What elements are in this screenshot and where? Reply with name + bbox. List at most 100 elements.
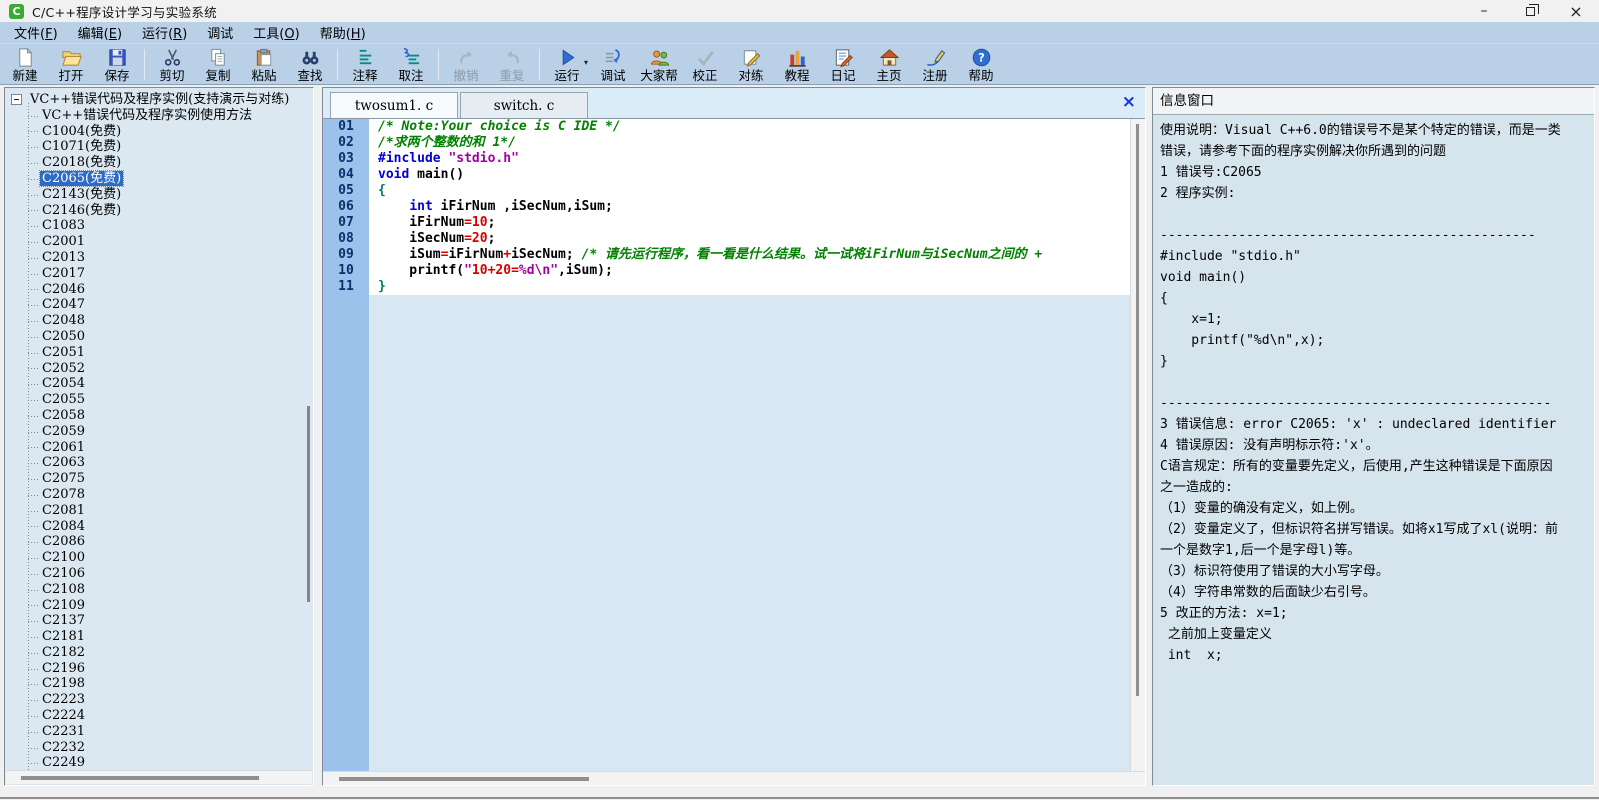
tree-item[interactable]: C2075 [6,471,312,487]
tree-item[interactable]: C2081 [6,503,312,519]
toolbar-register-button[interactable]: 注册 [912,45,958,84]
menu-item-6[interactable]: 帮助(H) [310,21,376,44]
tree-item[interactable]: C2046 [6,282,312,298]
tree-item[interactable]: C2063 [6,455,312,471]
menubar: 文件(F)编辑(E)运行(R)调试工具(O)帮助(H) [0,22,1599,44]
tree-item[interactable]: C2100 [6,550,312,566]
tree-item[interactable]: C2047 [6,297,312,313]
tree-item[interactable]: C2051 [6,345,312,361]
code-token: 10 [472,215,488,230]
tree-item[interactable]: C2048 [6,313,312,329]
tree-item[interactable]: C1071(免费) [6,139,312,155]
close-button[interactable]: × [1553,0,1599,22]
minimize-button[interactable]: – [1461,0,1507,22]
tree-item[interactable]: C2050 [6,329,312,345]
toolbar-new-file-button[interactable]: 新建 [2,45,48,84]
tab-2[interactable]: switch. c [460,92,588,118]
dropdown-arrow-icon[interactable]: ▾ [584,58,588,67]
tree-item[interactable]: C1083 [6,218,312,234]
toolbar-diary-button[interactable]: 日记 [820,45,866,84]
toolbar-comment-button[interactable]: 注释 [342,45,388,84]
line-number: 04 [323,167,369,183]
tree-item[interactable]: C2249 [6,755,312,770]
tree-item[interactable]: C1004(免费) [6,124,312,140]
tree-item-label: C2224 [40,708,87,723]
tree-item[interactable]: C2231 [6,724,312,740]
menu-item-3[interactable]: 运行(R) [132,21,197,44]
tree-item[interactable]: C2065(免费) [6,171,312,187]
toolbar-help-button[interactable]: ?帮助 [958,45,1004,84]
toolbar-copy-button[interactable]: 复制 [195,45,241,84]
tree-item[interactable]: C2224 [6,708,312,724]
toolbar-people-button[interactable]: 大家帮 [636,45,682,84]
tree-item[interactable]: C2181 [6,629,312,645]
toolbar-button-label: 新建 [12,69,37,83]
tree-item[interactable]: C2232 [6,740,312,756]
toolbar-check-button[interactable]: 校正 [682,45,728,84]
toolbar-paste-button[interactable]: 粘贴 [241,45,287,84]
tree-item[interactable]: C2013 [6,250,312,266]
tree-item[interactable]: C2146(免费) [6,203,312,219]
tree-item[interactable]: C2052 [6,361,312,377]
editor-horizontal-scrollbar[interactable] [323,771,1145,785]
tree-item-label: C2059 [40,424,87,439]
tree-item[interactable]: C2196 [6,661,312,677]
menu-item-5[interactable]: 工具(O) [243,21,309,44]
editor-vertical-scrollbar-thumb[interactable] [1136,124,1139,696]
tree-item[interactable]: C2182 [6,645,312,661]
tab-1[interactable]: twosum1. c [330,92,458,118]
tree-item[interactable]: C2109 [6,598,312,614]
toolbar-uncomment-button[interactable]: 取注 [388,45,434,84]
tree-item[interactable]: C2078 [6,487,312,503]
tree-item[interactable]: C2001 [6,234,312,250]
tree-root[interactable]: VC++错误代码及程序实例(支持演示与对练) [6,92,312,108]
code-token: printf( [378,263,464,278]
tree-item[interactable]: C2058 [6,408,312,424]
tree-horizontal-scrollbar-thumb[interactable] [21,776,259,780]
restore-button[interactable] [1507,0,1553,22]
toolbar-debug-button[interactable]: 调试 [590,45,636,84]
info-text-line: 之前加上变量定义 [1160,624,1587,645]
editor-tabbar: twosum1. cswitch. c × [323,88,1145,119]
tree-item[interactable]: C2017 [6,266,312,282]
collapse-icon[interactable] [11,94,22,105]
tree-item[interactable]: C2198 [6,676,312,692]
editor-close-icon[interactable]: × [1122,94,1136,111]
menu-item-2[interactable]: 编辑(E) [68,21,132,44]
toolbar-home-button[interactable]: 主页 [866,45,912,84]
toolbar-button-label: 教程 [784,69,809,83]
tree-item[interactable]: C2018(免费) [6,155,312,171]
toolbar-separator [539,49,540,80]
toolbar-practice-button[interactable]: 对练 [728,45,774,84]
toolbar-save-button[interactable]: 保存 [94,45,140,84]
tree-item[interactable]: C2108 [6,582,312,598]
toolbar-cut-button[interactable]: 剪切 [149,45,195,84]
tree-item[interactable]: C2084 [6,519,312,535]
toolbar-button-label: 撤销 [453,69,478,83]
toolbar-find-button[interactable]: 查找 [287,45,333,84]
tree-item[interactable]: C2059 [6,424,312,440]
toolbar-separator [337,49,338,80]
menu-item-4[interactable]: 调试 [197,21,243,44]
tree-item[interactable]: C2055 [6,392,312,408]
tree-item[interactable]: C2223 [6,692,312,708]
editor-vertical-scrollbar[interactable] [1130,119,1145,771]
tree-item[interactable]: VC++错误代码及程序实例使用方法 [6,108,312,124]
tree-horizontal-scrollbar[interactable] [6,770,312,784]
code-token: /* Note:Your choice is C IDE */ [378,119,621,134]
tree-item[interactable]: C2054 [6,376,312,392]
info-text-line: 之一造成的: [1160,477,1587,498]
tree-item[interactable]: C2106 [6,566,312,582]
editor-horizontal-scrollbar-thumb[interactable] [339,777,589,781]
tree-item[interactable]: C2137 [6,613,312,629]
toolbar-run-button[interactable]: ▾运行 [544,45,590,84]
tree-vertical-scrollbar[interactable] [307,406,310,602]
toolbar-tutorial-button[interactable]: 教程 [774,45,820,84]
menu-item-1[interactable]: 文件(F) [4,21,68,44]
tree-item[interactable]: C2086 [6,534,312,550]
tree-item-label: C2108 [40,582,87,597]
toolbar-open-folder-button[interactable]: 打开 [48,45,94,84]
tree-item[interactable]: C2143(免费) [6,187,312,203]
code-editor[interactable]: /* Note:Your choice is C IDE *//*求两个整数的和… [369,119,1130,771]
tree-item[interactable]: C2061 [6,440,312,456]
